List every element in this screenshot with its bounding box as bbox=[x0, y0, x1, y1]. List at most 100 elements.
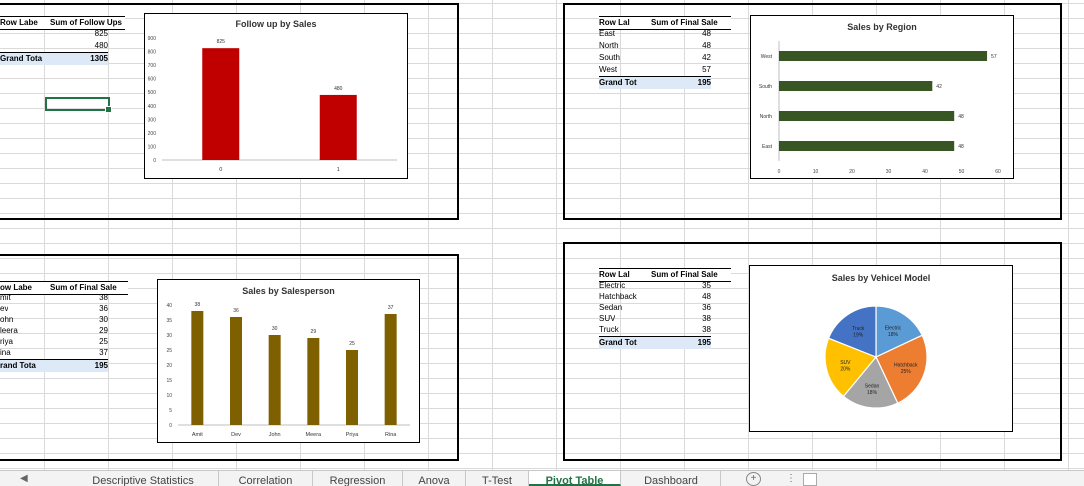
slice-label-category: Truck bbox=[852, 326, 865, 332]
pivot-row-label: South bbox=[599, 53, 620, 62]
y-tick-label: 40 bbox=[166, 303, 172, 309]
chart-sales-by-salesperson[interactable]: Sales by Salesperson 0 5 10 15 20 25 30 35 40 38 A… bbox=[157, 279, 420, 443]
pivot-row-label: East bbox=[599, 29, 616, 38]
pivot-total-label: Grand Tota bbox=[0, 54, 43, 63]
chart-sales-by-vehicle-model[interactable]: Sales by Vehicel Model Electric 18% Hatchb… bbox=[749, 265, 1013, 432]
pivot-grand-total[interactable]: rand Tota 195 bbox=[0, 359, 108, 372]
y-tick-label: West bbox=[761, 54, 773, 60]
pivot-row[interactable]: Truck 38 bbox=[599, 324, 711, 336]
tab-correlation[interactable]: Correlation bbox=[219, 471, 313, 486]
pivot-table-salesperson[interactable]: ow Labe Sum of Final Sale mit 38 ev 36 o… bbox=[0, 281, 128, 376]
pivot-total-label: Grand Tot bbox=[599, 78, 637, 87]
slice-label-percent: 19% bbox=[853, 332, 864, 338]
y-tick-label: 400 bbox=[148, 104, 157, 110]
chart-plot: 0 100 200 300 400 500 600 700 800 900 825 0 480 1 bbox=[148, 36, 397, 173]
bar bbox=[779, 141, 955, 151]
pivot-total-value: 195 bbox=[697, 78, 711, 87]
x-tick-label: 60 bbox=[995, 169, 1001, 175]
y-tick-label: 200 bbox=[148, 131, 157, 137]
chart-followup-by-sales[interactable]: Follow up by Sales 0 100 200 300 400 500 600 70… bbox=[144, 13, 408, 179]
pivot-table-vehicle-model[interactable]: Row Lal Sum of Final Sale Electric 35 Ha… bbox=[599, 268, 731, 350]
data-label: 825 bbox=[217, 39, 226, 45]
y-tick-label: 25 bbox=[166, 348, 172, 354]
data-label: 37 bbox=[388, 305, 394, 311]
y-tick-label: 900 bbox=[148, 36, 157, 42]
tab-dashboard[interactable]: Dashboard bbox=[622, 471, 721, 486]
more-options-icon[interactable]: ⋮ bbox=[786, 473, 796, 485]
horizontal-scrollbar[interactable] bbox=[803, 473, 817, 486]
pivot-table-followups[interactable]: Row Labe Sum of Follow Ups 825 480 Grand… bbox=[0, 16, 125, 66]
tab-regression[interactable]: Regression bbox=[313, 471, 403, 486]
y-tick-label: 5 bbox=[169, 408, 172, 414]
tab-t-test[interactable]: T-Test bbox=[466, 471, 529, 486]
x-tick-label: 30 bbox=[886, 169, 892, 175]
y-tick-label: 15 bbox=[166, 378, 172, 384]
pivot-grand-total[interactable]: Grand Tota 1305 bbox=[0, 52, 108, 65]
pivot-row-value: 57 bbox=[702, 65, 711, 74]
scroll-tabs-left-icon[interactable]: ◀ bbox=[20, 473, 28, 485]
tab-descriptive-statistics[interactable]: Descriptive Statistics bbox=[68, 471, 219, 486]
x-tick-label: 20 bbox=[849, 169, 855, 175]
pivot-row[interactable]: 825 bbox=[0, 28, 108, 40]
data-label: 48 bbox=[958, 114, 964, 120]
bar bbox=[230, 317, 242, 425]
sheet-tab-bar: ◀ Descriptive Statistics Correlation Reg… bbox=[0, 470, 1084, 486]
pivot-row-value: 825 bbox=[94, 29, 108, 38]
pivot-total-value: 195 bbox=[697, 338, 711, 347]
pivot-row-value: 42 bbox=[702, 53, 711, 62]
bar bbox=[319, 94, 357, 160]
bar bbox=[779, 81, 933, 91]
data-label: 48 bbox=[958, 144, 964, 150]
y-tick-label: 30 bbox=[166, 333, 172, 339]
slice-label-percent: 25% bbox=[901, 369, 912, 375]
pivot-total-value: 1305 bbox=[90, 54, 108, 63]
y-tick-label: North bbox=[760, 114, 772, 120]
pivot-grand-total[interactable]: Grand Tot 195 bbox=[599, 336, 711, 349]
bar bbox=[202, 48, 240, 160]
y-tick-label: 0 bbox=[169, 423, 172, 429]
slice-label-percent: 18% bbox=[867, 390, 878, 396]
data-label: 30 bbox=[272, 326, 278, 332]
pivot-row[interactable]: South 42 bbox=[599, 52, 711, 64]
y-tick-label: South bbox=[759, 84, 772, 90]
pivot-total-label: Grand Tot bbox=[599, 338, 637, 347]
pivot-row-value: 38 bbox=[702, 325, 711, 334]
data-label: 38 bbox=[195, 302, 201, 308]
bar bbox=[779, 51, 988, 61]
bar bbox=[307, 338, 320, 425]
x-tick-label: 40 bbox=[922, 169, 928, 175]
pivot-table-region[interactable]: Row Lal Sum of Final Sale East 48 North … bbox=[599, 16, 731, 91]
pivot-row-value: 37 bbox=[99, 348, 108, 357]
bar bbox=[346, 350, 358, 425]
slice-label-category: Sedan bbox=[865, 383, 880, 389]
y-tick-label: 300 bbox=[148, 117, 157, 123]
add-sheet-button[interactable]: + bbox=[746, 472, 761, 486]
tab-pivot-table[interactable]: Pivot Table bbox=[529, 471, 621, 486]
y-tick-label: 700 bbox=[148, 63, 157, 69]
chart-plot: 0 5 10 15 20 25 30 35 40 38 Amit 36 Dev 30 John 29 Meera… bbox=[166, 302, 410, 438]
tab-anova[interactable]: Anova bbox=[403, 471, 466, 486]
bar bbox=[779, 111, 955, 121]
slice-label-category: Hatchback bbox=[894, 363, 918, 369]
slice-label-category: Electric bbox=[885, 325, 902, 331]
data-label: 29 bbox=[311, 329, 317, 335]
pivot-row[interactable]: ina 37 bbox=[0, 347, 108, 359]
pivot-row[interactable]: East 48 bbox=[599, 28, 711, 40]
selected-cell[interactable] bbox=[45, 97, 112, 113]
bar bbox=[384, 314, 397, 425]
y-tick-label: 35 bbox=[166, 318, 172, 324]
y-tick-label: 0 bbox=[153, 158, 156, 164]
x-tick-label: Meera bbox=[306, 432, 323, 438]
x-tick-label: Priya bbox=[346, 432, 359, 438]
pivot-grand-total[interactable]: Grand Tot 195 bbox=[599, 76, 711, 89]
pivot-row-value: 480 bbox=[94, 41, 108, 50]
pivot-row[interactable]: North 48 bbox=[599, 40, 711, 52]
pivot-row[interactable]: West 57 bbox=[599, 64, 711, 76]
pivot-row[interactable]: 480 bbox=[0, 40, 108, 52]
x-tick-label: 0 bbox=[219, 167, 222, 173]
x-tick-label: 0 bbox=[778, 169, 781, 175]
x-tick-label: Rina bbox=[385, 432, 397, 438]
data-label: 480 bbox=[334, 86, 343, 92]
chart-plot: 0 10 20 30 40 50 60 48 East 48 North 42 South 57 West bbox=[759, 41, 1001, 175]
chart-sales-by-region[interactable]: Sales by Region 0 10 20 30 40 50 60 48 East 48 Nor… bbox=[750, 15, 1014, 179]
